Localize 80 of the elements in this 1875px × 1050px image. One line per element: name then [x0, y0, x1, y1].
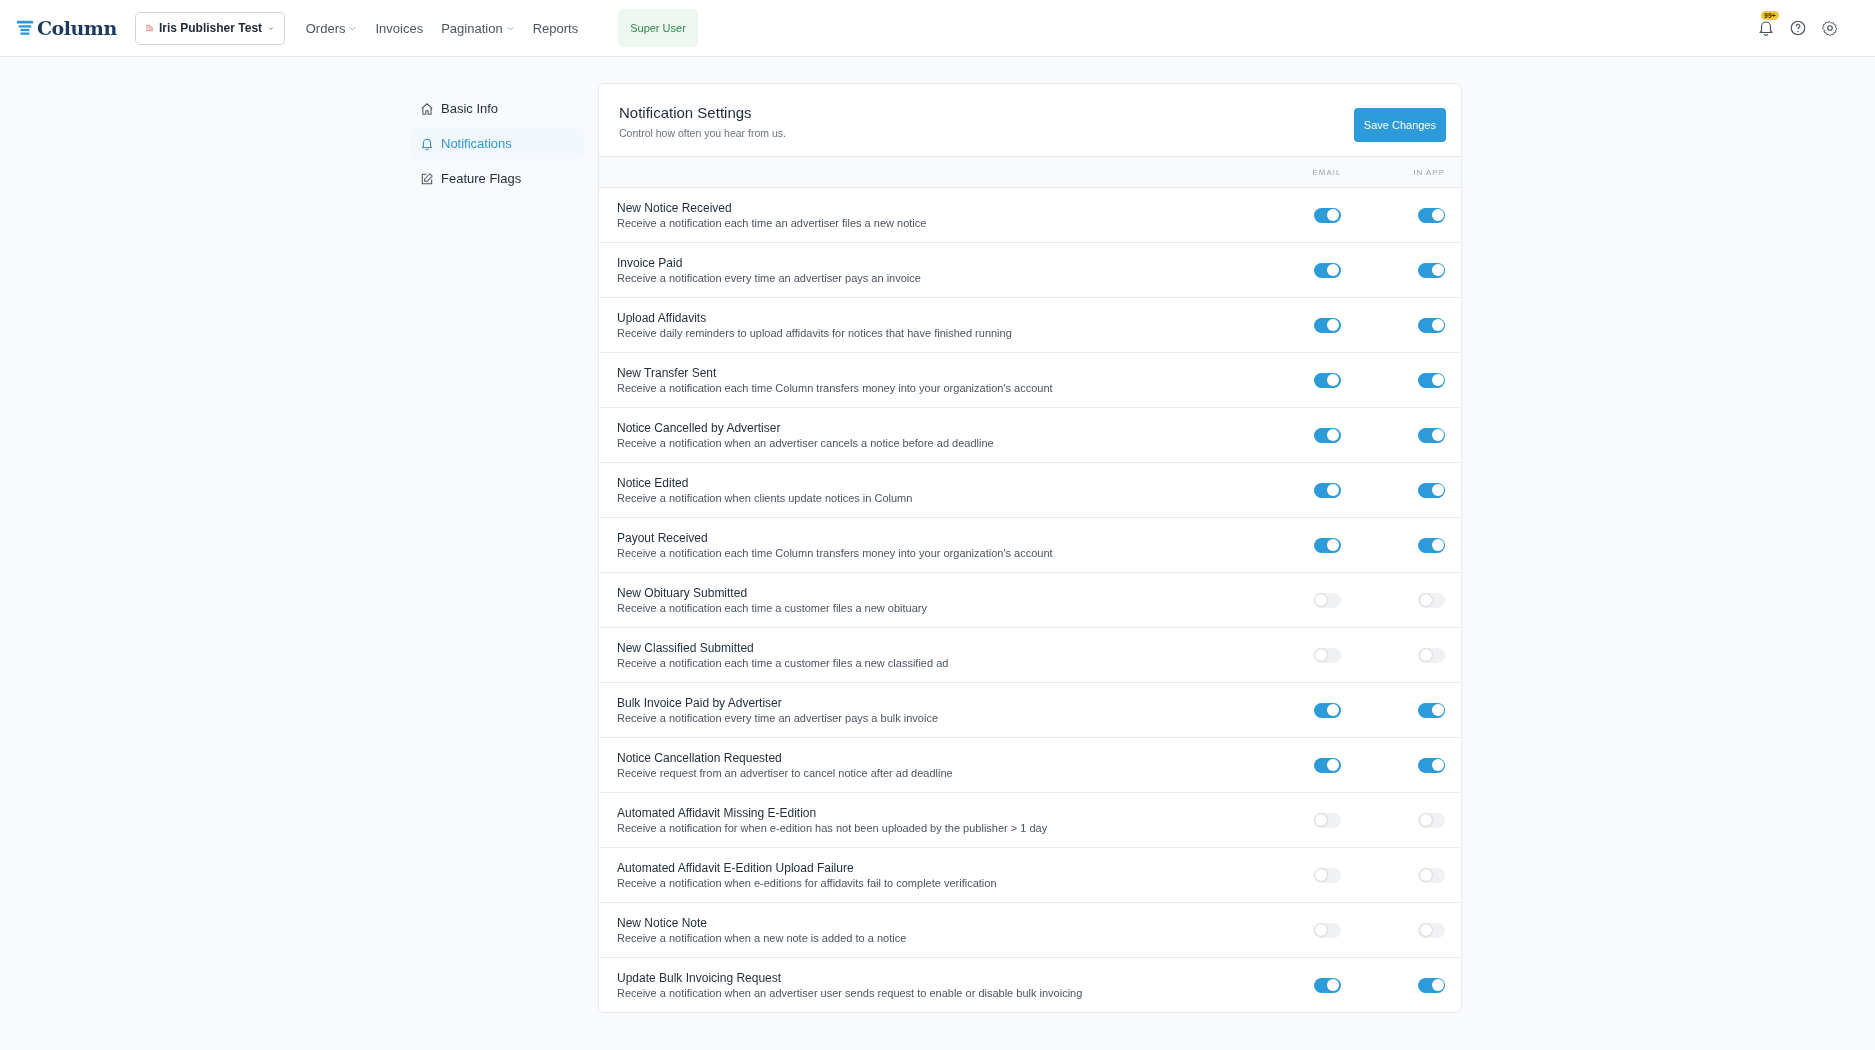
setting-description: Receive a notification when an advertiser cancels a notice before ad deadline [617, 437, 995, 449]
toggle-switch[interactable] [1313, 702, 1341, 718]
setting-title: Upload Affidavits [617, 311, 708, 325]
nav-link[interactable]: Pagination [441, 20, 515, 36]
setting-title: Payout Received [617, 531, 709, 545]
setting-description: Receive a notification each time a customer files a new classified ad [617, 657, 950, 669]
toggle-switch[interactable] [1313, 482, 1341, 498]
toggle-switch[interactable] [1313, 262, 1341, 278]
toggle-switch[interactable] [1313, 317, 1341, 333]
toggle-switch[interactable] [1313, 867, 1341, 883]
logo-text[interactable]: Column [37, 17, 117, 39]
toggle-switch[interactable] [1418, 812, 1445, 828]
nav-link[interactable]: Orders [305, 20, 358, 36]
setting-title: Update Bulk Invoicing Request [617, 971, 783, 985]
home-icon [420, 101, 434, 116]
setting-description: Receive a notification every time an advertiser pays an invoice [617, 272, 922, 284]
panel-title: Notification Settings [619, 103, 753, 121]
toggle-switch[interactable] [1418, 647, 1445, 663]
toggle-switch[interactable] [1418, 262, 1445, 278]
toggle-switch[interactable] [1418, 867, 1445, 883]
toggle-switch[interactable] [1418, 702, 1445, 718]
publisher-select[interactable]: Iris Publisher Test [134, 11, 285, 45]
toggle-switch[interactable] [1313, 647, 1341, 663]
pencil-icon [420, 171, 434, 186]
setting-description: Receive request from an advertiser to cancel notice after ad deadline [617, 767, 954, 779]
setting-title: New Notice Note [617, 916, 709, 930]
toggle-switch[interactable] [1313, 372, 1341, 388]
setting-description: Receive a notification when clients update notices in Column [617, 492, 914, 504]
setting-title: Bulk Invoice Paid by Advertiser [617, 696, 783, 710]
toggle-switch[interactable] [1418, 977, 1445, 993]
help-icon[interactable] [1789, 19, 1807, 37]
toggle-switch[interactable] [1418, 757, 1445, 773]
toggle-switch[interactable] [1418, 427, 1445, 443]
panel-subtitle: Control how often you hear from us. [619, 126, 786, 139]
setting-description: Receive a notification when a new note is added to a notice [617, 932, 908, 944]
toggle-switch[interactable] [1313, 427, 1341, 443]
toggle-switch[interactable] [1313, 977, 1341, 993]
setting-title: Notice Cancelled by Advertiser [617, 421, 782, 435]
toggle-switch[interactable] [1418, 207, 1445, 223]
setting-description: Receive a notification when an advertiser user sends request to enable or disable bulk invoicing [617, 987, 1084, 999]
toggle-switch[interactable] [1313, 537, 1341, 553]
setting-title: Notice Edited [617, 476, 690, 490]
setting-description: Receive a notification each time a customer files a new obituary [617, 602, 928, 614]
setting-title: New Transfer Sent [617, 366, 718, 380]
toggle-switch[interactable] [1418, 482, 1445, 498]
setting-title: New Classified Submitted [617, 641, 755, 655]
setting-title: Automated Affidavit Missing E-Edition [617, 806, 818, 820]
nav-link[interactable]: Reports [532, 20, 579, 36]
setting-description: Receive a notification each time an advertiser files a new notice [617, 217, 928, 229]
toggle-switch[interactable] [1313, 812, 1341, 828]
sidebar-item[interactable]: Feature Flags [410, 163, 584, 194]
setting-title: Automated Affidavit E-Edition Upload Failure [617, 861, 855, 875]
setting-title: Invoice Paid [617, 256, 684, 270]
setting-description: Receive a notification each time Column transfers money into your organization's account [617, 382, 1054, 394]
toggle-switch[interactable] [1418, 922, 1445, 938]
setting-title: New Notice Received [617, 201, 733, 215]
settings-icon[interactable] [1821, 19, 1839, 37]
toggle-switch[interactable] [1313, 592, 1341, 608]
toggle-switch[interactable] [1313, 757, 1341, 773]
logo-icon [16, 19, 34, 37]
role-badge: Super User [618, 9, 698, 47]
toggle-switch[interactable] [1313, 207, 1341, 223]
column-header: IN APP [1412, 167, 1445, 177]
toggle-switch[interactable] [1313, 922, 1341, 938]
toggle-switch[interactable] [1418, 317, 1445, 333]
toggle-switch[interactable] [1418, 592, 1445, 608]
setting-title: Notice Cancellation Requested [617, 751, 783, 765]
toggle-switch[interactable] [1418, 372, 1445, 388]
sidebar-item[interactable]: Basic Info [410, 93, 584, 124]
setting-description: Receive a notification when e-editions for affidavits fail to complete verification [617, 877, 998, 889]
setting-title: New Obituary Submitted [617, 586, 749, 600]
setting-description: Receive a notification for when e-edition has not been uploaded by the publisher > 1 day [617, 822, 1049, 834]
column-header: EMAIL [1311, 167, 1343, 177]
setting-description: Receive a notification each time Column transfers money into your organization's account [617, 547, 1054, 559]
setting-description: Receive daily reminders to upload affidavits for notices that have finished running [617, 327, 1013, 339]
setting-description: Receive a notification every time an advertiser pays a bulk invoice [617, 712, 939, 724]
toggle-switch[interactable] [1418, 537, 1445, 553]
nav-link[interactable]: Invoices [375, 20, 424, 36]
notification-bell-icon[interactable] [1757, 19, 1775, 37]
bell-icon [420, 136, 434, 151]
